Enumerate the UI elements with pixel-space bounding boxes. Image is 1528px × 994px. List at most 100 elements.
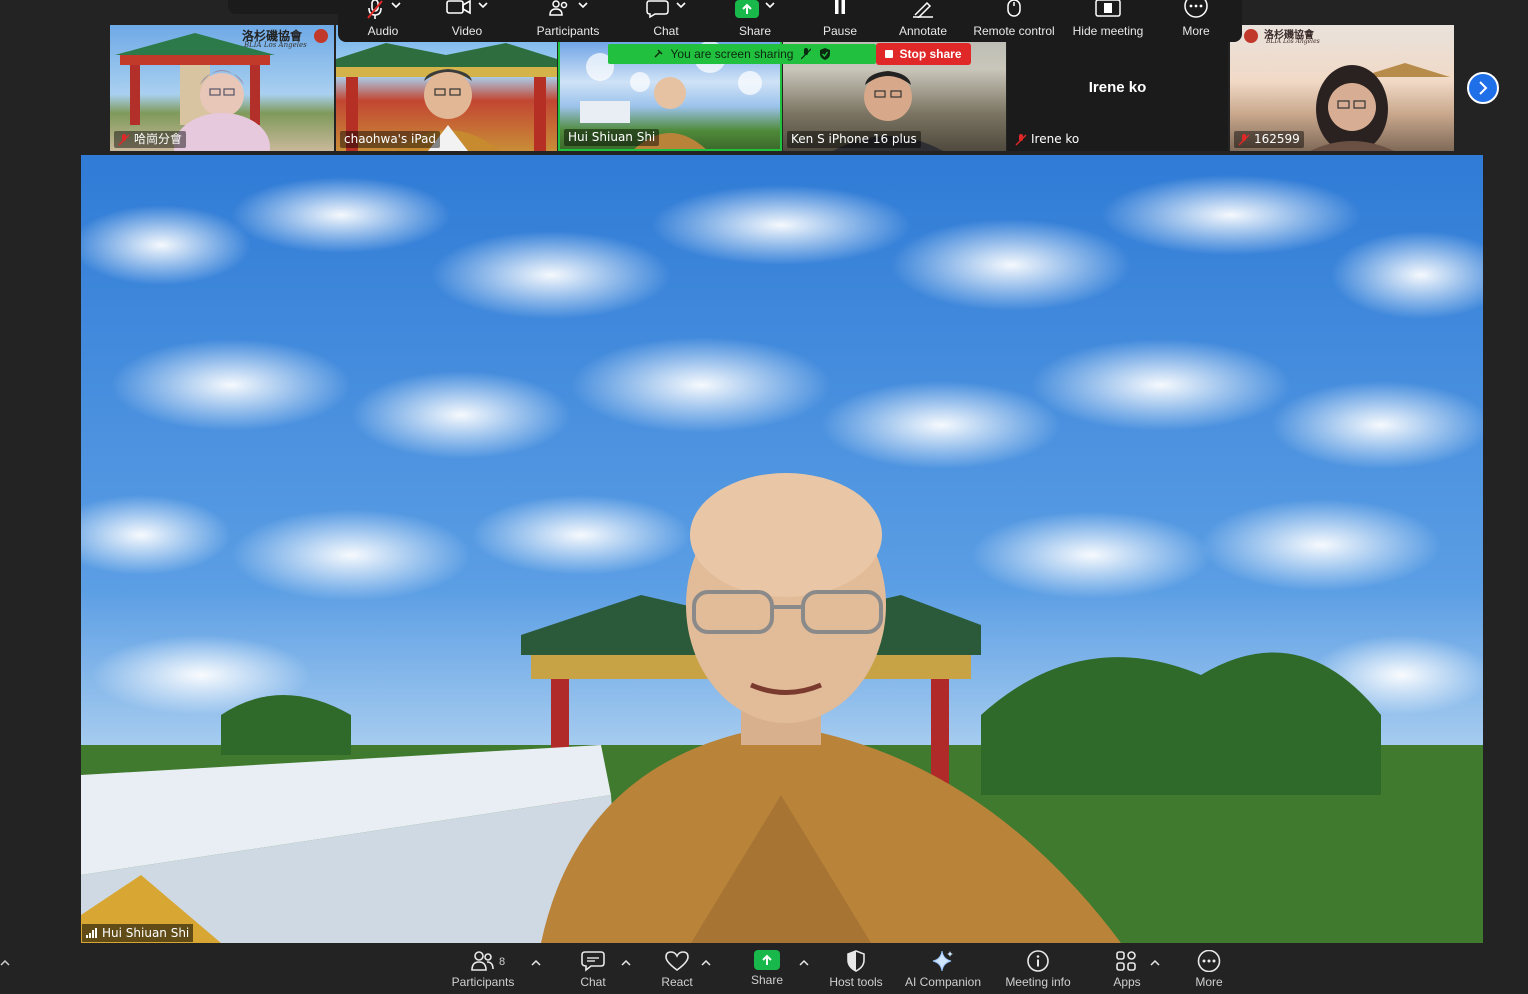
participant-center-name: Irene ko [1088, 79, 1147, 96]
audio-button[interactable]: Audio [338, 0, 428, 42]
annotate-label: Annotate [898, 24, 948, 38]
chevron-up-icon[interactable] [621, 958, 631, 966]
blia-logo-subtitle: BLIA Los Angeles [1266, 38, 1320, 45]
participant-name-tag: Hui Shiuan Shi [564, 129, 660, 146]
more-label: More [1195, 975, 1223, 989]
host-tools-label: Host tools [829, 975, 883, 989]
heart-icon [665, 951, 689, 971]
chat-label: Chat [580, 975, 606, 989]
active-speaker-video [81, 155, 1483, 943]
screen-sharing-banner[interactable]: You are screen sharing [608, 44, 876, 64]
mouse-icon [1007, 0, 1021, 17]
chat-button[interactable]: Chat [621, 0, 711, 42]
ai-companion-label: AI Companion [904, 975, 982, 989]
participants-icon [549, 0, 568, 16]
more-icon [1184, 0, 1208, 18]
active-speaker-name: Hui Shiuan Shi [102, 926, 190, 940]
chevron-up-icon[interactable] [799, 958, 809, 966]
share-label: Share [738, 24, 772, 38]
participant-name: 哈崗分會 [134, 132, 183, 146]
chat-icon [581, 951, 605, 972]
chevron-up-icon[interactable] [1150, 958, 1160, 966]
audio-label: Audio [367, 24, 399, 38]
chevron-down-icon[interactable] [391, 2, 401, 10]
shield-check-icon [820, 48, 831, 60]
participants-label: Participants [451, 975, 515, 989]
video-icon [446, 0, 471, 15]
participants-icon [471, 951, 494, 971]
share-button[interactable]: Share [710, 0, 800, 42]
video-button[interactable]: Video [422, 0, 512, 42]
meeting-info-button[interactable]: Meeting info [1002, 950, 1074, 994]
participant-thumbnail-6[interactable]: 洛杉磯協會 BLIA Los Angeles 162599 [1230, 25, 1454, 151]
participants-button[interactable]: Participants [518, 0, 618, 42]
video-label: Video [451, 24, 483, 38]
chevron-down-icon[interactable] [676, 2, 686, 10]
chevron-down-icon[interactable] [578, 2, 588, 10]
stop-share-button[interactable]: Stop share [876, 43, 971, 65]
hide-meeting-button[interactable]: Hide meeting [1058, 0, 1158, 42]
remote-control-label: Remote control [973, 24, 1055, 38]
stop-share-label: Stop share [899, 47, 962, 61]
participant-name: Hui Shiuan Shi [568, 130, 656, 144]
window-edge-stub [228, 0, 338, 14]
participant-name-tag: 哈崗分會 [114, 131, 187, 148]
hide-meeting-icon [1095, 0, 1121, 17]
pen-icon [913, 1, 933, 18]
ai-companion-button[interactable]: AI Companion [902, 950, 984, 994]
more-button[interactable]: More [1151, 0, 1241, 42]
remote-control-button[interactable]: Remote control [964, 0, 1064, 42]
participant-thumbnail-5[interactable]: Irene ko Irene ko [1007, 25, 1228, 151]
blia-logo-subtitle: BLIA Los Angeles [244, 41, 307, 49]
blia-lotus-logo [1244, 29, 1258, 43]
next-page-button[interactable] [1467, 72, 1499, 104]
chat-button[interactable]: Chat [568, 950, 618, 994]
pause-share-button[interactable]: Pause [795, 0, 885, 42]
participant-name: chaohwa's iPad [344, 132, 437, 146]
meeting-info-label: Meeting info [1005, 975, 1071, 989]
mic-muted-icon [1015, 133, 1027, 146]
participants-label: Participants [536, 24, 600, 38]
chat-label: Chat [653, 24, 679, 38]
sparkle-icon [932, 950, 953, 972]
annotate-button[interactable]: Annotate [878, 0, 968, 42]
more-button[interactable]: More [1186, 950, 1232, 994]
share-icon [754, 950, 780, 970]
participant-thumbnail-1[interactable]: 洛杉磯協會 BLIA Los Angeles 哈崗分會 [110, 25, 334, 151]
apps-button[interactable]: Apps [1104, 950, 1150, 994]
participant-name-tag: 162599 [1234, 131, 1304, 148]
screen-sharing-text: You are screen sharing [670, 47, 794, 61]
participants-button[interactable]: Participants [450, 950, 516, 994]
active-speaker-name-tag: Hui Shiuan Shi [82, 924, 194, 942]
share-label: Share [750, 973, 784, 987]
pin-icon [653, 49, 663, 58]
meeting-controls-bar: Participants 8 Chat React Share Host too… [0, 944, 1528, 994]
chevron-up-icon[interactable] [701, 958, 711, 966]
stop-icon [885, 50, 894, 58]
connection-signal-icon [86, 928, 97, 938]
share-screen-button[interactable]: Share [742, 950, 792, 994]
mic-muted-icon [367, 0, 383, 19]
participant-name-tag: Ken S iPhone 16 plus [787, 131, 921, 148]
host-tools-button[interactable]: Host tools [826, 950, 886, 994]
screen-share-toolbar: Audio Video Participants Chat Share Paus… [338, 0, 1242, 42]
chevron-down-icon[interactable] [478, 2, 488, 10]
share-icon [735, 0, 759, 18]
chevron-up-icon[interactable] [531, 958, 541, 966]
mic-muted-icon [1238, 133, 1250, 146]
participant-name: 162599 [1254, 132, 1300, 146]
react-label: React [661, 975, 693, 989]
participant-name: Irene ko [1031, 132, 1080, 146]
shield-icon [847, 950, 865, 972]
mic-muted-icon [118, 133, 130, 146]
participant-thumbnail-2[interactable]: chaohwa's iPad [336, 25, 557, 151]
participant-name-tag: Irene ko [1011, 131, 1083, 148]
chat-icon [646, 0, 669, 18]
participant-name: Ken S iPhone 16 plus [791, 132, 917, 146]
react-button[interactable]: React [652, 950, 702, 994]
chevron-down-icon[interactable] [765, 2, 775, 10]
pause-icon [835, 0, 845, 14]
apps-label: Apps [1113, 975, 1141, 989]
chevron-right-icon [1479, 81, 1488, 95]
participant-name-tag: chaohwa's iPad [340, 131, 441, 148]
